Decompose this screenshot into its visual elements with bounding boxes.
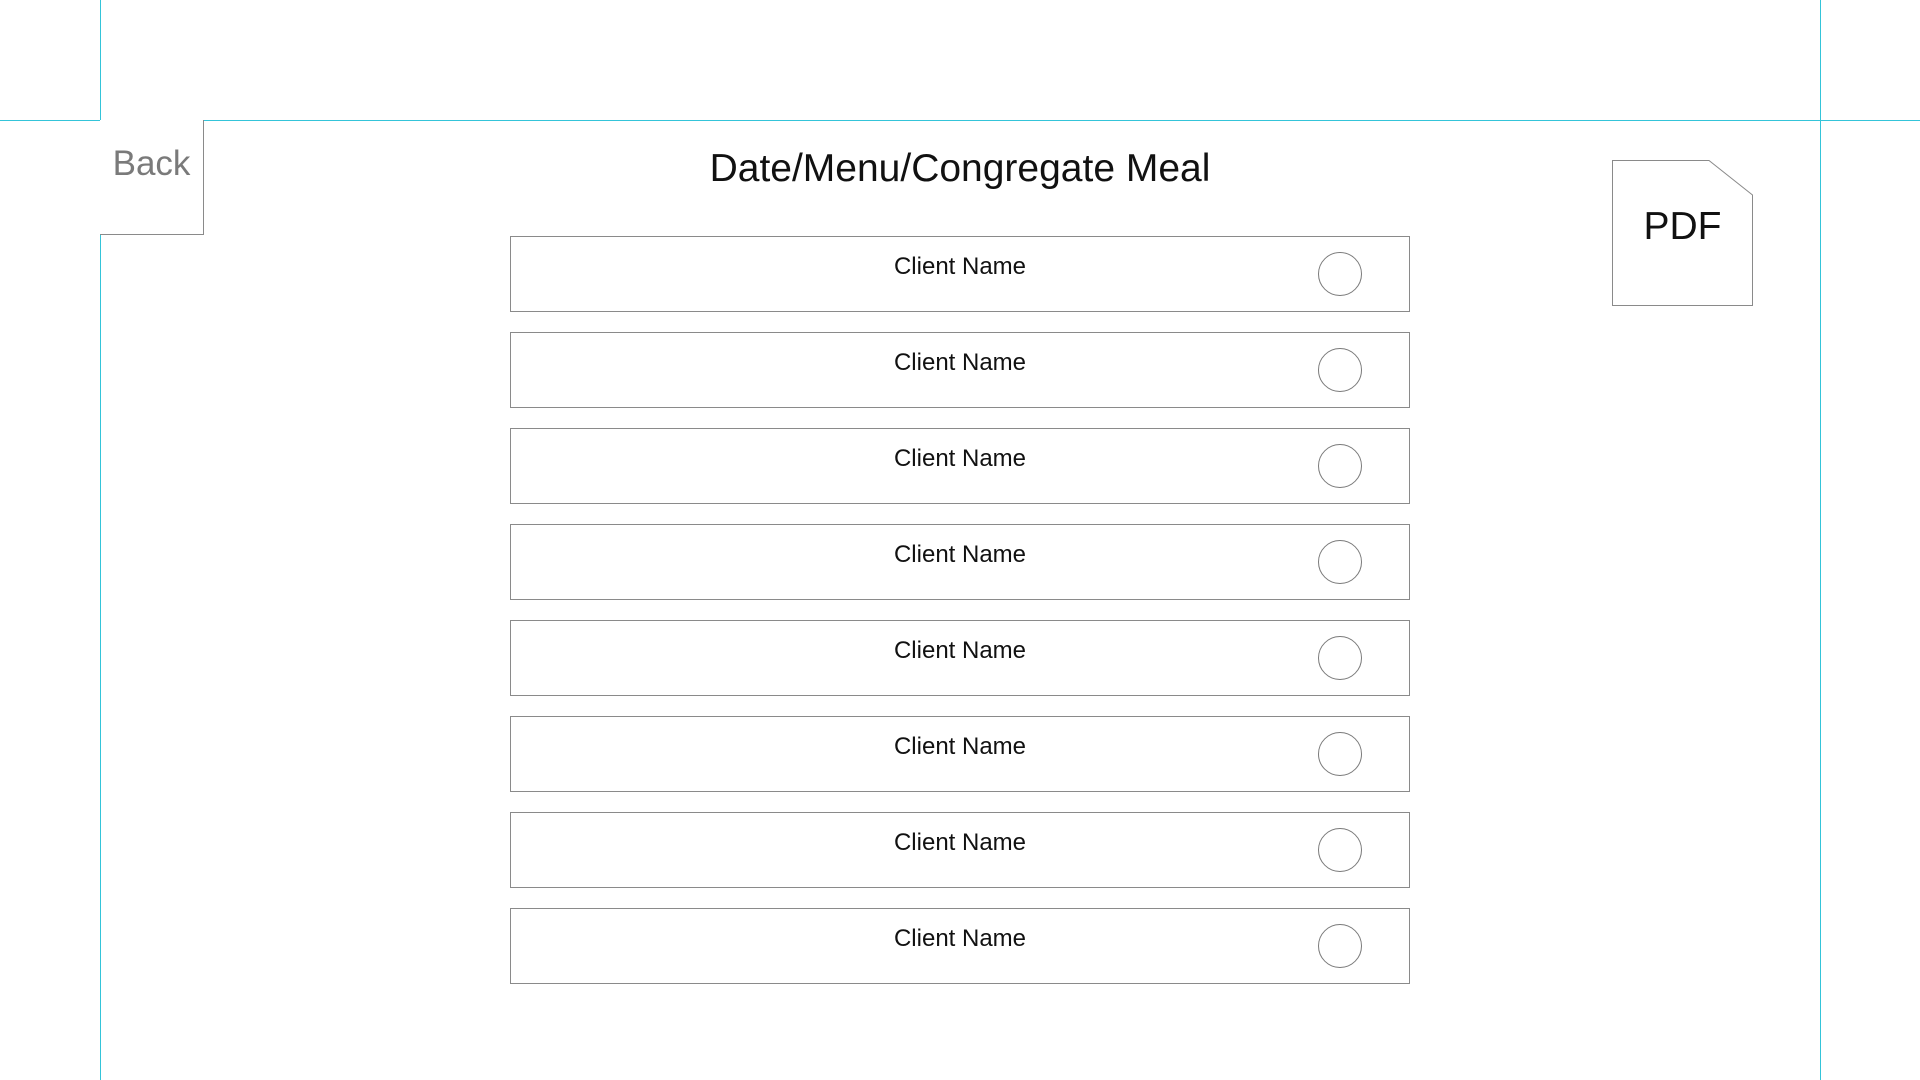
client-list: Client Name Client Name Client Name Clie… (510, 236, 1410, 1004)
client-row[interactable]: Client Name (510, 908, 1410, 984)
client-select-radio[interactable] (1318, 348, 1362, 392)
client-name: Client Name (893, 253, 1027, 280)
client-select-radio[interactable] (1318, 828, 1362, 872)
client-name: Client Name (893, 829, 1027, 856)
client-name: Client Name (893, 637, 1027, 664)
layout-guide-top (0, 120, 1920, 121)
back-button-label: Back (112, 144, 191, 183)
client-row[interactable]: Client Name (510, 236, 1410, 312)
client-name: Client Name (893, 925, 1027, 952)
back-button[interactable]: Back (100, 120, 204, 235)
page-title: Date/Menu/Congregate Meal (709, 147, 1211, 190)
client-row[interactable]: Client Name (510, 812, 1410, 888)
client-row[interactable]: Client Name (510, 524, 1410, 600)
pdf-button-label: PDF (1643, 205, 1722, 248)
client-row[interactable]: Client Name (510, 620, 1410, 696)
client-name: Client Name (893, 733, 1027, 760)
client-select-radio[interactable] (1318, 924, 1362, 968)
client-name: Client Name (893, 349, 1027, 376)
client-select-radio[interactable] (1318, 732, 1362, 776)
layout-guide-right (1820, 0, 1821, 1080)
client-name: Client Name (893, 445, 1027, 472)
client-row[interactable]: Client Name (510, 428, 1410, 504)
client-name: Client Name (893, 541, 1027, 568)
client-row[interactable]: Client Name (510, 332, 1410, 408)
client-select-radio[interactable] (1318, 444, 1362, 488)
client-select-radio[interactable] (1318, 636, 1362, 680)
client-select-radio[interactable] (1318, 252, 1362, 296)
client-select-radio[interactable] (1318, 540, 1362, 584)
client-row[interactable]: Client Name (510, 716, 1410, 792)
pdf-button[interactable]: PDF (1612, 160, 1753, 306)
